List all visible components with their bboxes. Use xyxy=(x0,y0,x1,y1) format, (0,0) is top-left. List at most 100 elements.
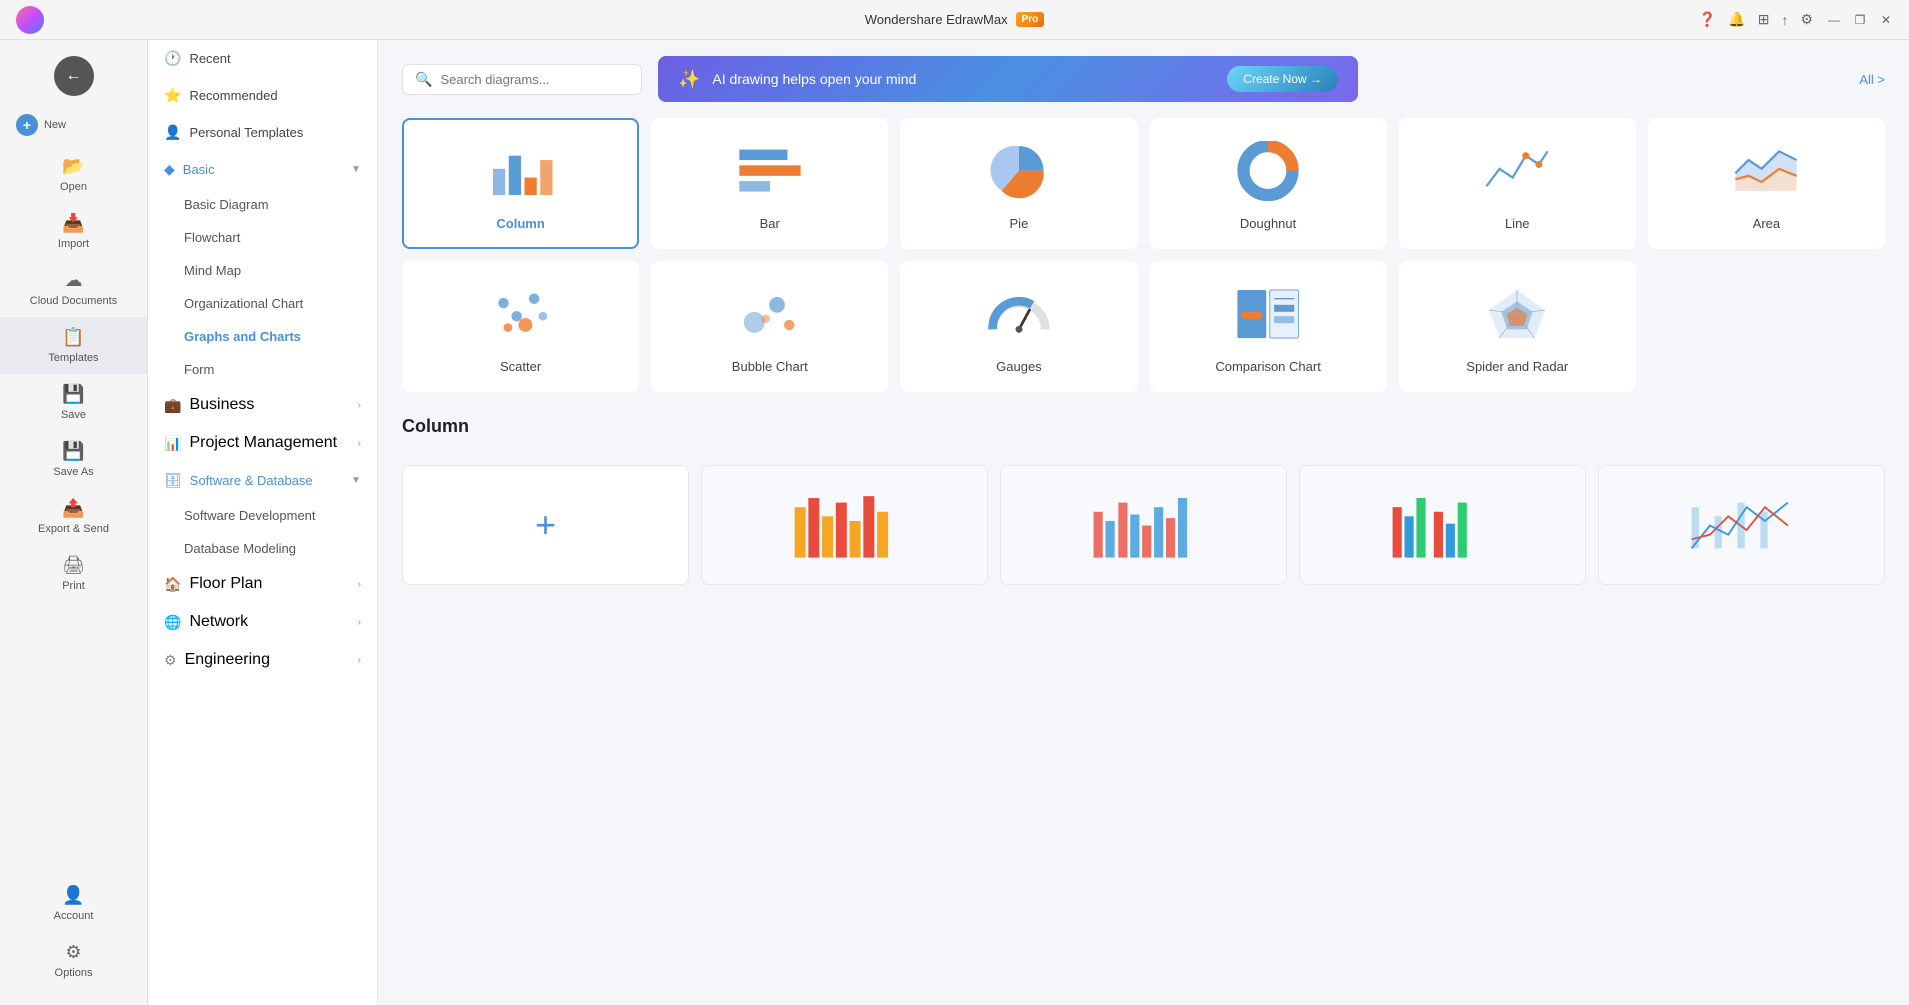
sidebar-sub-basic-diagram[interactable]: Basic Diagram xyxy=(148,188,377,221)
sidebar-item-recent[interactable]: 🕐 Recent xyxy=(148,40,377,77)
sidebar-group-basic-header[interactable]: ◆ Basic ▼ xyxy=(148,151,377,188)
close-btn[interactable]: ✕ xyxy=(1879,13,1893,27)
business-label: Business xyxy=(189,396,254,414)
options-item[interactable]: ⚙ Options xyxy=(0,932,147,989)
chart-card-comparison[interactable]: Comparison Chart xyxy=(1150,261,1387,392)
options-label: Options xyxy=(55,967,93,979)
chart-card-spider[interactable]: Spider and Radar xyxy=(1399,261,1636,392)
sidebar-sub-form[interactable]: Form xyxy=(148,353,377,386)
sidebar-item-personal[interactable]: 👤 Personal Templates xyxy=(148,114,377,151)
cloud-icon: ☁ xyxy=(65,270,83,291)
business-chevron-icon: › xyxy=(358,400,361,411)
template-card-2[interactable] xyxy=(1000,465,1287,585)
new-plus-icon: + xyxy=(16,114,38,136)
area-icon-area xyxy=(1666,136,1867,206)
share-icon[interactable]: ↑ xyxy=(1781,12,1788,28)
recent-icon: 🕐 xyxy=(164,50,181,67)
column-section-title: Column xyxy=(402,416,469,437)
basic-chevron-icon: ▼ xyxy=(351,164,361,175)
new-item[interactable]: + New xyxy=(0,104,147,146)
help-icon[interactable]: ❓ xyxy=(1699,11,1716,28)
engineering-icon: ⚙ xyxy=(164,652,177,669)
sidebar-group-project-header[interactable]: 📊 Project Management › xyxy=(148,424,377,462)
scatter-icon-area xyxy=(420,279,621,349)
template-card-1[interactable] xyxy=(701,465,988,585)
sidebar-group-software-header[interactable]: 🗄 Software & Database ▼ xyxy=(148,462,377,499)
open-item[interactable]: 📂 Open xyxy=(0,146,147,203)
settings-icon[interactable]: ⚙ xyxy=(1800,11,1813,28)
sidebar-sub-mindmap[interactable]: Mind Map xyxy=(148,254,377,287)
sidebar-sub-orgchart[interactable]: Organizational Chart xyxy=(148,287,377,320)
titlebar: Wondershare EdrawMax Pro ❓ 🔔 ⊞ ↑ ⚙ — ❐ ✕ xyxy=(0,0,1909,40)
area-chart-icon xyxy=(1731,141,1801,201)
network-chevron-icon: › xyxy=(358,617,361,628)
chart-card-gauges[interactable]: Gauges xyxy=(900,261,1137,392)
spider-chart-icon xyxy=(1482,284,1552,344)
sidebar-sub-db-model[interactable]: Database Modeling xyxy=(148,532,377,565)
sidebar-sub-sw-dev[interactable]: Software Development xyxy=(148,499,377,532)
floor-chevron-icon: › xyxy=(358,579,361,590)
template-card-3[interactable] xyxy=(1299,465,1586,585)
line-chart-icon xyxy=(1482,141,1552,201)
search-box[interactable]: 🔍 xyxy=(402,64,642,95)
apps-icon[interactable]: ⊞ xyxy=(1758,11,1770,28)
search-icon: 🔍 xyxy=(415,71,432,88)
saveas-item[interactable]: 💾 Save As xyxy=(0,431,147,488)
all-link[interactable]: All > xyxy=(1859,72,1885,87)
column-label: Column xyxy=(496,216,544,231)
chart-card-bubble[interactable]: Bubble Chart xyxy=(651,261,888,392)
app-name: Wondershare EdrawMax xyxy=(865,12,1008,27)
cloud-item[interactable]: ☁ Cloud Documents xyxy=(0,260,147,317)
chart-card-area[interactable]: Area xyxy=(1648,118,1885,249)
bell-icon[interactable]: 🔔 xyxy=(1728,11,1745,28)
print-icon: 🖨 xyxy=(62,555,85,576)
new-label: New xyxy=(44,119,66,131)
saveas-icon: 💾 xyxy=(62,441,84,462)
templates-icon: 📋 xyxy=(62,327,84,348)
account-item[interactable]: 👤 Account xyxy=(0,875,147,932)
create-now-button[interactable]: Create Now → xyxy=(1227,66,1338,92)
sidebar-sub-graphs[interactable]: Graphs and Charts xyxy=(148,320,377,353)
basic-group-icon: ◆ xyxy=(164,161,175,178)
back-button[interactable]: ← xyxy=(54,56,94,96)
sidebar-group-floor-header[interactable]: 🏠 Floor Plan › xyxy=(148,565,377,603)
save-label: Save xyxy=(61,409,86,421)
chart-card-column[interactable]: Column xyxy=(402,118,639,249)
maximize-btn[interactable]: ❐ xyxy=(1853,13,1867,27)
open-icon: 📂 xyxy=(62,156,84,177)
chart-card-pie[interactable]: Pie xyxy=(900,118,1137,249)
minimize-btn[interactable]: — xyxy=(1827,13,1841,27)
pie-chart-icon xyxy=(984,141,1054,201)
template-card-4[interactable] xyxy=(1598,465,1885,585)
chart-card-bar[interactable]: Bar xyxy=(651,118,888,249)
content-area: 🔍 ✨ AI drawing helps open your mind Crea… xyxy=(378,40,1909,1005)
sidebar-group-network-header[interactable]: 🌐 Network › xyxy=(148,603,377,641)
sidebar-group-business-header[interactable]: 💼 Business › xyxy=(148,386,377,424)
sidebar-item-recommended[interactable]: ⭐ Recommended xyxy=(148,77,377,114)
spider-icon-area xyxy=(1417,279,1618,349)
line-icon-area xyxy=(1417,136,1618,206)
chart-card-line[interactable]: Line xyxy=(1399,118,1636,249)
comparison-label: Comparison Chart xyxy=(1215,359,1321,374)
basic-group-label: Basic xyxy=(183,162,215,177)
export-item[interactable]: 📤 Export & Send xyxy=(0,488,147,545)
software-chevron-icon: ▼ xyxy=(351,475,361,486)
template-preview-4 xyxy=(1599,466,1884,584)
add-new-template-card[interactable]: + xyxy=(402,465,689,585)
sidebar: 🕐 Recent ⭐ Recommended 👤 Personal Templa… xyxy=(148,40,378,1005)
pie-icon-area xyxy=(918,136,1119,206)
account-label: Account xyxy=(54,910,94,922)
template-preview-2 xyxy=(1001,466,1286,584)
chart-card-doughnut[interactable]: Doughnut xyxy=(1150,118,1387,249)
sidebar-sub-flowchart[interactable]: Flowchart xyxy=(148,221,377,254)
templates-item[interactable]: 📋 Templates xyxy=(0,317,147,374)
save-item[interactable]: 💾 Save xyxy=(0,374,147,431)
sidebar-group-engineering-header[interactable]: ⚙ Engineering › xyxy=(148,641,377,679)
print-item[interactable]: 🖨 Print xyxy=(0,545,147,602)
template-preview-svg-1 xyxy=(790,488,900,563)
export-label: Export & Send xyxy=(38,523,109,535)
import-item[interactable]: 📥 Import xyxy=(0,203,147,260)
export-icon: 📤 xyxy=(62,498,84,519)
search-input[interactable] xyxy=(440,72,629,87)
chart-card-scatter[interactable]: Scatter xyxy=(402,261,639,392)
